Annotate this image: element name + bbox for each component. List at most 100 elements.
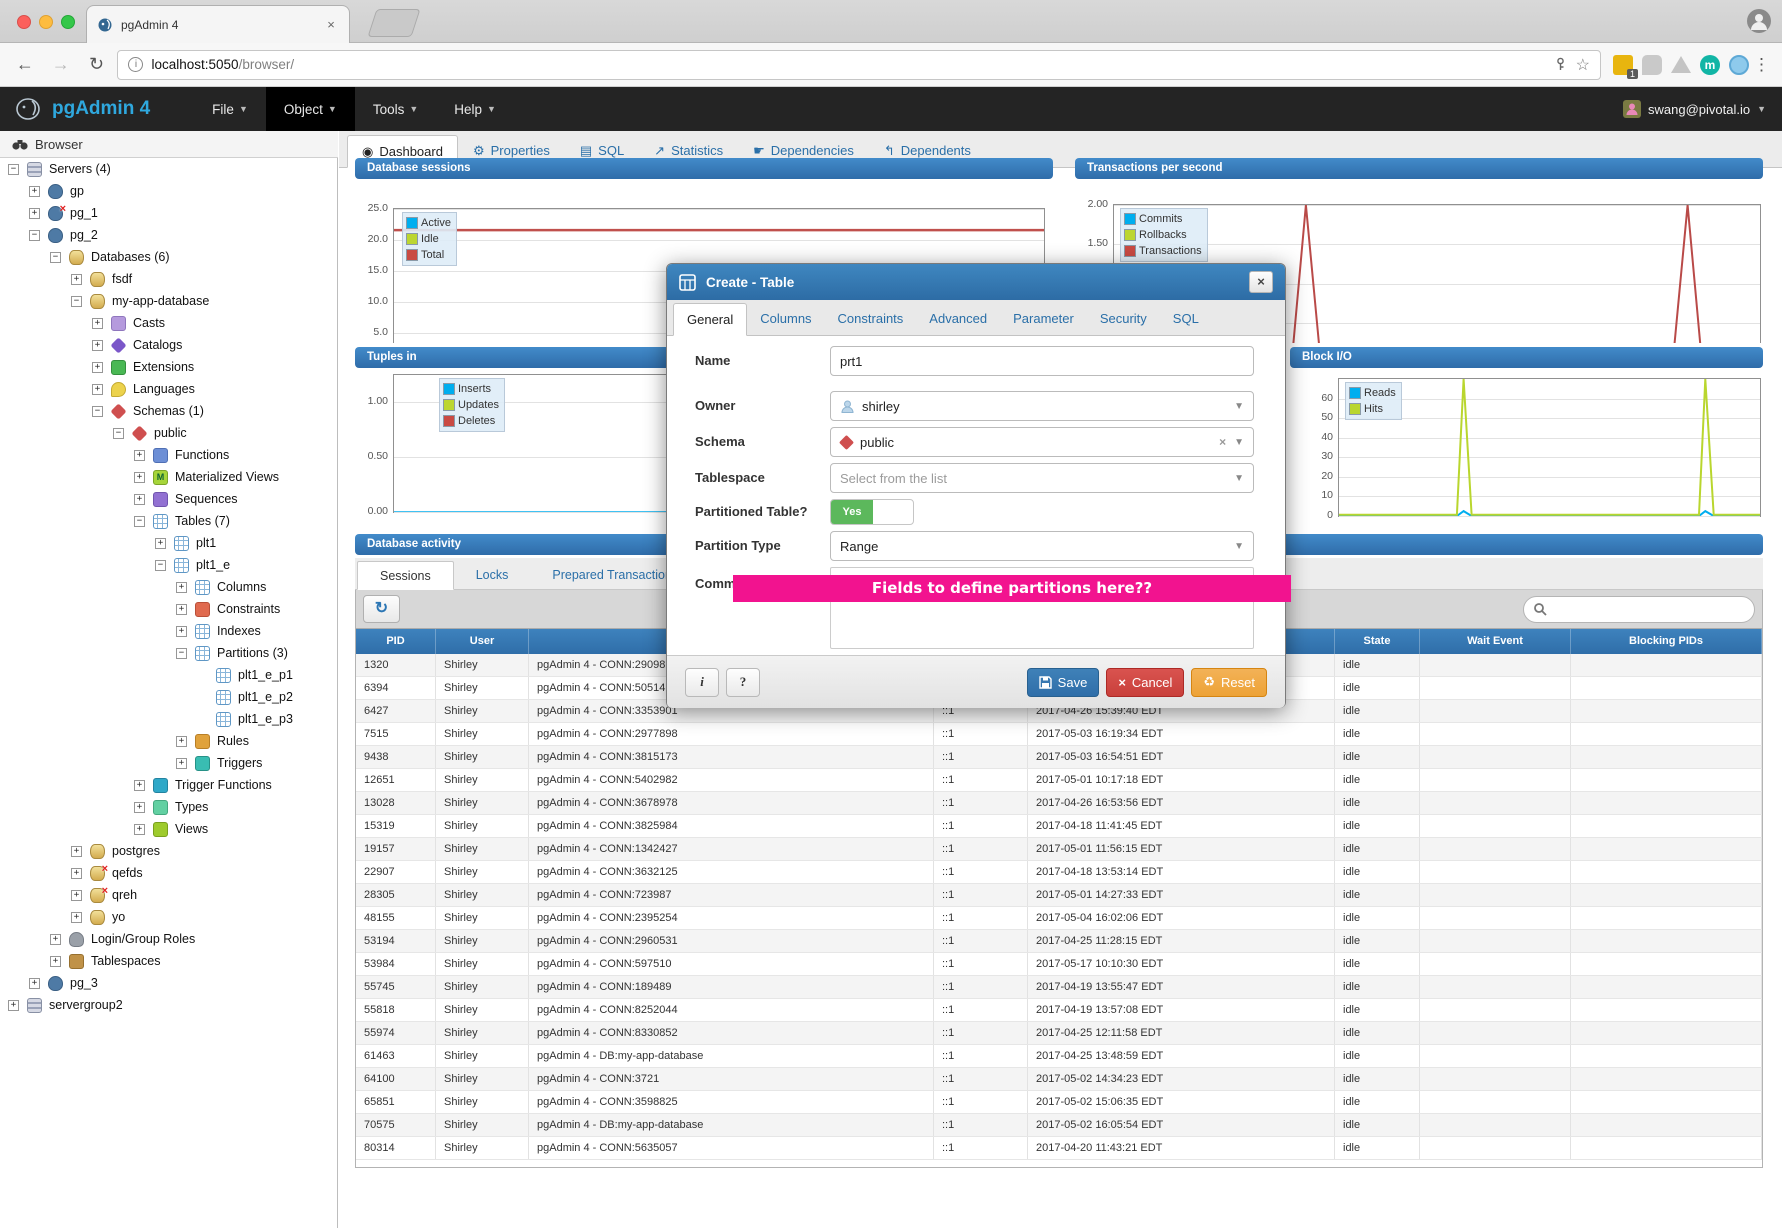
tree-item-trigger-functions[interactable]: +Trigger Functions bbox=[0, 774, 338, 796]
tree-item-indexes[interactable]: +Indexes bbox=[0, 620, 338, 642]
window-minimize-button[interactable] bbox=[39, 15, 53, 29]
table-row[interactable]: 19157ShirleypgAdmin 4 - CONN:1342427::12… bbox=[356, 838, 1762, 861]
tree-item-public[interactable]: −public bbox=[0, 422, 338, 444]
activity-tab-locks[interactable]: Locks bbox=[454, 560, 531, 589]
dialog-close-button[interactable]: × bbox=[1249, 271, 1273, 293]
tree-item-catalogs[interactable]: +Catalogs bbox=[0, 334, 338, 356]
expand-icon[interactable]: + bbox=[50, 934, 61, 945]
table-row[interactable]: 12651ShirleypgAdmin 4 - CONN:5402982::12… bbox=[356, 769, 1762, 792]
window-zoom-button[interactable] bbox=[61, 15, 75, 29]
tree-item-qreh[interactable]: +×qreh bbox=[0, 884, 338, 906]
partition-type-select[interactable]: Range▼ bbox=[830, 531, 1254, 561]
dialog-tab-general[interactable]: General bbox=[673, 303, 747, 336]
table-row[interactable]: 9438ShirleypgAdmin 4 - CONN:3815173::120… bbox=[356, 746, 1762, 769]
column-header-state[interactable]: State bbox=[1335, 629, 1420, 654]
collapse-icon[interactable]: − bbox=[134, 516, 145, 527]
dialog-tab-columns[interactable]: Columns bbox=[747, 302, 824, 335]
expand-icon[interactable]: + bbox=[134, 494, 145, 505]
password-key-icon[interactable] bbox=[1553, 57, 1568, 72]
table-row[interactable]: 28305ShirleypgAdmin 4 - CONN:723987::120… bbox=[356, 884, 1762, 907]
tree-item-languages[interactable]: +Languages bbox=[0, 378, 338, 400]
expand-icon[interactable]: + bbox=[92, 318, 103, 329]
user-menu[interactable]: swang@pivotal.io ▼ bbox=[1623, 100, 1766, 118]
tree-item-schemas-1[interactable]: −Schemas (1) bbox=[0, 400, 338, 422]
extension-icon-drive[interactable] bbox=[1671, 56, 1691, 73]
expand-icon[interactable]: + bbox=[71, 274, 82, 285]
tree-item-sequences[interactable]: +Sequences bbox=[0, 488, 338, 510]
table-row[interactable]: 65851ShirleypgAdmin 4 - CONN:3598825::12… bbox=[356, 1091, 1762, 1114]
expand-icon[interactable]: + bbox=[134, 780, 145, 791]
expand-icon[interactable]: + bbox=[176, 626, 187, 637]
extension-icon-m[interactable]: m bbox=[1700, 55, 1720, 75]
expand-icon[interactable]: + bbox=[50, 956, 61, 967]
expand-icon[interactable]: + bbox=[155, 538, 166, 549]
dialog-header[interactable]: Create - Table × bbox=[667, 264, 1285, 300]
dialog-tab-sql[interactable]: SQL bbox=[1160, 302, 1212, 335]
chrome-menu-icon[interactable]: ⋮ bbox=[1753, 55, 1770, 75]
expand-icon[interactable]: + bbox=[134, 824, 145, 835]
tree-item-rules[interactable]: +Rules bbox=[0, 730, 338, 752]
tablespace-select[interactable]: Select from the list▼ bbox=[830, 463, 1254, 493]
expand-icon[interactable]: + bbox=[176, 736, 187, 747]
tree-item-pg-3[interactable]: +pg_3 bbox=[0, 972, 338, 994]
tree-item-functions[interactable]: +Functions bbox=[0, 444, 338, 466]
dialog-tab-security[interactable]: Security bbox=[1087, 302, 1160, 335]
tree-item-triggers[interactable]: +Triggers bbox=[0, 752, 338, 774]
tree-item-fsdf[interactable]: +fsdf bbox=[0, 268, 338, 290]
dialog-tab-parameter[interactable]: Parameter bbox=[1000, 302, 1087, 335]
collapse-icon[interactable]: − bbox=[8, 164, 19, 175]
tree-item-qefds[interactable]: +×qefds bbox=[0, 862, 338, 884]
tab-close-icon[interactable]: × bbox=[323, 17, 339, 32]
menu-object[interactable]: Object▼ bbox=[266, 87, 355, 131]
table-row[interactable]: 61463ShirleypgAdmin 4 - DB:my-app-databa… bbox=[356, 1045, 1762, 1068]
expand-icon[interactable]: + bbox=[92, 384, 103, 395]
name-input[interactable]: prt1 bbox=[830, 346, 1254, 376]
help-button[interactable]: ? bbox=[726, 668, 760, 697]
column-header-wait-event[interactable]: Wait Event bbox=[1420, 629, 1571, 654]
collapse-icon[interactable]: − bbox=[113, 428, 124, 439]
tree-item-casts[interactable]: +Casts bbox=[0, 312, 338, 334]
tree-item-databases-6[interactable]: −Databases (6) bbox=[0, 246, 338, 268]
reload-icon[interactable]: ↻ bbox=[86, 54, 108, 75]
table-row[interactable]: 13028ShirleypgAdmin 4 - CONN:3678978::12… bbox=[356, 792, 1762, 815]
back-icon[interactable]: ← bbox=[14, 54, 36, 75]
table-row[interactable]: 22907ShirleypgAdmin 4 - CONN:3632125::12… bbox=[356, 861, 1762, 884]
menu-file[interactable]: File▼ bbox=[194, 87, 266, 131]
table-row[interactable]: 48155ShirleypgAdmin 4 - CONN:2395254::12… bbox=[356, 907, 1762, 930]
expand-icon[interactable]: + bbox=[134, 472, 145, 483]
expand-icon[interactable]: + bbox=[176, 604, 187, 615]
tree-item-pg-2[interactable]: −pg_2 bbox=[0, 224, 338, 246]
expand-icon[interactable]: + bbox=[29, 186, 40, 197]
expand-icon[interactable]: + bbox=[176, 582, 187, 593]
expand-icon[interactable]: + bbox=[8, 1000, 19, 1011]
refresh-button[interactable]: ↻ bbox=[363, 595, 400, 623]
tree-item-views[interactable]: +Views bbox=[0, 818, 338, 840]
tree-item-plt1-e-p2[interactable]: +plt1_e_p2 bbox=[0, 686, 338, 708]
table-row[interactable]: 7515ShirleypgAdmin 4 - CONN:2977898::120… bbox=[356, 723, 1762, 746]
dialog-tab-constraints[interactable]: Constraints bbox=[825, 302, 917, 335]
tree-item-servergroup2[interactable]: +servergroup2 bbox=[0, 994, 338, 1016]
bookmark-star-icon[interactable]: ☆ bbox=[1576, 55, 1590, 75]
expand-icon[interactable]: + bbox=[92, 340, 103, 351]
tree-item-my-app-database[interactable]: −my-app-database bbox=[0, 290, 338, 312]
table-row[interactable]: 70575ShirleypgAdmin 4 - DB:my-app-databa… bbox=[356, 1114, 1762, 1137]
tree-item-plt1-e[interactable]: −plt1_e bbox=[0, 554, 338, 576]
browser-tab[interactable]: pgAdmin 4 × bbox=[86, 5, 350, 43]
activity-tab-sessions[interactable]: Sessions bbox=[357, 561, 454, 590]
tree-item-constraints[interactable]: +Constraints bbox=[0, 598, 338, 620]
search-input[interactable] bbox=[1553, 602, 1745, 616]
tree-item-partitions-3[interactable]: −Partitions (3) bbox=[0, 642, 338, 664]
extension-icon-chat[interactable] bbox=[1642, 55, 1662, 75]
expand-icon[interactable]: + bbox=[71, 912, 82, 923]
search-box[interactable] bbox=[1523, 596, 1755, 623]
table-row[interactable]: 55974ShirleypgAdmin 4 - CONN:8330852::12… bbox=[356, 1022, 1762, 1045]
menu-help[interactable]: Help▼ bbox=[436, 87, 514, 131]
collapse-icon[interactable]: − bbox=[71, 296, 82, 307]
tree-item-tablespaces[interactable]: +Tablespaces bbox=[0, 950, 338, 972]
expand-icon[interactable]: + bbox=[71, 846, 82, 857]
menu-tools[interactable]: Tools▼ bbox=[355, 87, 436, 131]
expand-icon[interactable]: + bbox=[71, 868, 82, 879]
table-row[interactable]: 53194ShirleypgAdmin 4 - CONN:2960531::12… bbox=[356, 930, 1762, 953]
tree-item-columns[interactable]: +Columns bbox=[0, 576, 338, 598]
extension-icon-clock[interactable] bbox=[1729, 55, 1749, 75]
